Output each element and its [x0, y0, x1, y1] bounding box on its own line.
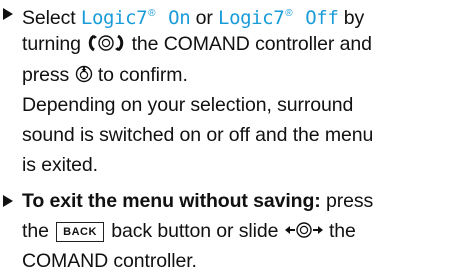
step2-line2: the BACK back button or slide the	[22, 217, 356, 245]
step1-line2: turning the COMAND controller and	[22, 30, 372, 58]
select-text: Select	[22, 7, 81, 29]
option-logic7-on: Logic7® On	[80, 7, 191, 29]
step2-line3: COMAND controller.	[22, 250, 197, 272]
controller-slide-icon	[284, 220, 324, 240]
step2-line1: To exit the menu without saving: press	[22, 187, 373, 215]
by-text: by	[338, 7, 365, 29]
to-confirm-text: to confirm.	[92, 64, 188, 86]
controller-press-icon	[75, 64, 93, 84]
triangle-bullet-icon	[2, 194, 14, 208]
the-after-text: the	[323, 220, 356, 242]
controller-turn-icon	[86, 33, 126, 53]
or-text: or	[190, 7, 219, 29]
option-on-name: Logic7	[80, 7, 148, 29]
registered-mark: ®	[285, 8, 293, 19]
option-off-name: Logic7	[218, 7, 285, 29]
press-text: press	[320, 190, 374, 212]
exit-heading-text: To exit the menu without saving:	[22, 190, 321, 212]
registered-mark: ®	[148, 8, 156, 19]
step1-result-line1: Depending on your selection, surround	[22, 94, 354, 116]
option-on-suffix: On	[157, 7, 191, 29]
instruction-page: Select Logic7® On or Logic7® Off by turn…	[0, 0, 462, 277]
back-button-text: back button or slide	[105, 220, 284, 242]
step1-result-line2: sound is switched on or off and the menu	[22, 124, 374, 146]
controller-text: the COMAND controller and	[126, 33, 372, 55]
step1-line1: Select Logic7® On or Logic7® Off by	[22, 0, 364, 32]
turning-text: turning	[22, 33, 87, 55]
step1-result-line3: is exited.	[22, 154, 98, 176]
option-logic7-off: Logic7® Off	[218, 7, 339, 29]
step1-line3: press to confirm.	[22, 61, 188, 89]
option-off-suffix: Off	[294, 7, 339, 29]
the-text: the	[22, 220, 55, 242]
triangle-bullet-icon	[2, 7, 14, 21]
back-key-label: BACK	[56, 222, 104, 242]
press-text: press	[22, 64, 75, 86]
